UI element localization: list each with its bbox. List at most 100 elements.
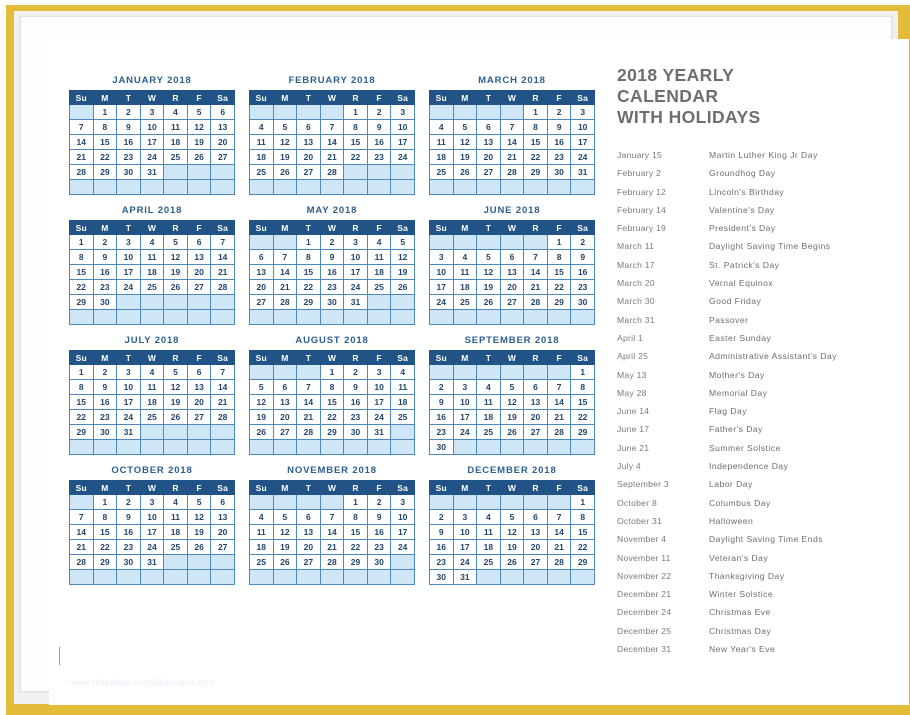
day-cell[interactable]: 12 xyxy=(163,249,188,265)
empty-day-cell[interactable] xyxy=(452,439,478,455)
day-cell[interactable]: 18 xyxy=(476,539,501,555)
empty-day-cell[interactable] xyxy=(139,179,165,195)
day-cell[interactable]: 9 xyxy=(366,509,392,525)
day-cell[interactable]: 2 xyxy=(546,104,572,120)
empty-day-cell[interactable] xyxy=(186,554,212,570)
day-cell[interactable]: 2 xyxy=(92,364,118,380)
day-cell[interactable]: 30 xyxy=(116,554,141,570)
day-cell[interactable]: 8 xyxy=(343,509,368,525)
empty-day-cell[interactable] xyxy=(210,179,235,195)
day-cell[interactable]: 25 xyxy=(429,164,454,180)
empty-day-cell[interactable] xyxy=(343,439,368,455)
day-cell[interactable]: 9 xyxy=(92,379,118,395)
day-cell[interactable]: 30 xyxy=(92,294,118,310)
day-cell[interactable]: 20 xyxy=(523,539,548,555)
empty-day-cell[interactable] xyxy=(163,294,188,310)
day-cell[interactable]: 24 xyxy=(570,149,595,165)
day-cell[interactable]: 1 xyxy=(92,104,118,120)
day-cell[interactable]: 16 xyxy=(116,524,141,540)
day-cell[interactable]: 31 xyxy=(139,554,165,570)
empty-day-cell[interactable] xyxy=(319,309,345,325)
empty-day-cell[interactable] xyxy=(249,179,274,195)
day-cell[interactable]: 23 xyxy=(116,539,141,555)
day-cell[interactable]: 19 xyxy=(499,539,525,555)
empty-day-cell[interactable] xyxy=(69,179,94,195)
day-cell[interactable]: 1 xyxy=(69,234,94,250)
empty-day-cell[interactable] xyxy=(452,364,478,380)
day-cell[interactable]: 17 xyxy=(343,264,368,280)
day-cell[interactable]: 17 xyxy=(452,409,478,425)
day-cell[interactable]: 2 xyxy=(319,234,345,250)
day-cell[interactable]: 29 xyxy=(570,424,595,440)
day-cell[interactable]: 19 xyxy=(452,149,478,165)
day-cell[interactable]: 7 xyxy=(319,509,345,525)
day-cell[interactable]: 18 xyxy=(163,134,188,150)
day-cell[interactable]: 1 xyxy=(319,364,345,380)
day-cell[interactable]: 13 xyxy=(272,394,298,410)
day-cell[interactable]: 30 xyxy=(92,424,118,440)
empty-day-cell[interactable] xyxy=(163,569,188,585)
day-cell[interactable]: 24 xyxy=(139,149,165,165)
day-cell[interactable]: 15 xyxy=(570,524,595,540)
empty-day-cell[interactable] xyxy=(210,294,235,310)
day-cell[interactable]: 9 xyxy=(429,524,454,540)
empty-day-cell[interactable] xyxy=(499,234,525,250)
empty-day-cell[interactable] xyxy=(116,309,141,325)
day-cell[interactable]: 14 xyxy=(296,394,321,410)
day-cell[interactable]: 29 xyxy=(69,294,94,310)
empty-day-cell[interactable] xyxy=(163,179,188,195)
day-cell[interactable]: 5 xyxy=(390,234,415,250)
empty-day-cell[interactable] xyxy=(249,364,274,380)
day-cell[interactable]: 7 xyxy=(210,364,235,380)
day-cell[interactable]: 20 xyxy=(186,264,212,280)
day-cell[interactable]: 3 xyxy=(452,509,478,525)
empty-day-cell[interactable] xyxy=(139,309,165,325)
day-cell[interactable]: 19 xyxy=(272,539,298,555)
day-cell[interactable]: 19 xyxy=(163,264,188,280)
day-cell[interactable]: 9 xyxy=(546,119,572,135)
day-cell[interactable]: 23 xyxy=(366,149,392,165)
empty-day-cell[interactable] xyxy=(92,309,118,325)
empty-day-cell[interactable] xyxy=(390,439,415,455)
empty-day-cell[interactable] xyxy=(69,104,94,120)
day-cell[interactable]: 2 xyxy=(343,364,368,380)
day-cell[interactable]: 27 xyxy=(499,294,525,310)
day-cell[interactable]: 14 xyxy=(546,524,572,540)
day-cell[interactable]: 13 xyxy=(499,264,525,280)
day-cell[interactable]: 13 xyxy=(210,509,235,525)
day-cell[interactable]: 14 xyxy=(523,264,548,280)
empty-day-cell[interactable] xyxy=(523,179,548,195)
day-cell[interactable]: 21 xyxy=(272,279,298,295)
day-cell[interactable]: 16 xyxy=(343,394,368,410)
empty-day-cell[interactable] xyxy=(429,494,454,510)
day-cell[interactable]: 8 xyxy=(319,379,345,395)
empty-day-cell[interactable] xyxy=(116,439,141,455)
day-cell[interactable]: 12 xyxy=(476,264,501,280)
empty-day-cell[interactable] xyxy=(390,424,415,440)
day-cell[interactable]: 5 xyxy=(476,249,501,265)
day-cell[interactable]: 24 xyxy=(116,409,141,425)
day-cell[interactable]: 16 xyxy=(366,524,392,540)
day-cell[interactable]: 23 xyxy=(570,279,595,295)
day-cell[interactable]: 22 xyxy=(319,409,345,425)
day-cell[interactable]: 17 xyxy=(429,279,454,295)
empty-day-cell[interactable] xyxy=(476,439,501,455)
day-cell[interactable]: 21 xyxy=(319,149,345,165)
empty-day-cell[interactable] xyxy=(186,164,212,180)
day-cell[interactable]: 28 xyxy=(546,554,572,570)
empty-day-cell[interactable] xyxy=(116,179,141,195)
day-cell[interactable]: 20 xyxy=(523,409,548,425)
day-cell[interactable]: 14 xyxy=(319,134,345,150)
day-cell[interactable]: 14 xyxy=(210,379,235,395)
empty-day-cell[interactable] xyxy=(429,234,454,250)
day-cell[interactable]: 1 xyxy=(546,234,572,250)
empty-day-cell[interactable] xyxy=(92,439,118,455)
day-cell[interactable]: 30 xyxy=(570,294,595,310)
day-cell[interactable]: 2 xyxy=(116,104,141,120)
empty-day-cell[interactable] xyxy=(523,494,548,510)
empty-day-cell[interactable] xyxy=(390,554,415,570)
day-cell[interactable]: 23 xyxy=(319,279,345,295)
empty-day-cell[interactable] xyxy=(570,439,595,455)
day-cell[interactable]: 28 xyxy=(296,424,321,440)
day-cell[interactable]: 20 xyxy=(476,149,501,165)
